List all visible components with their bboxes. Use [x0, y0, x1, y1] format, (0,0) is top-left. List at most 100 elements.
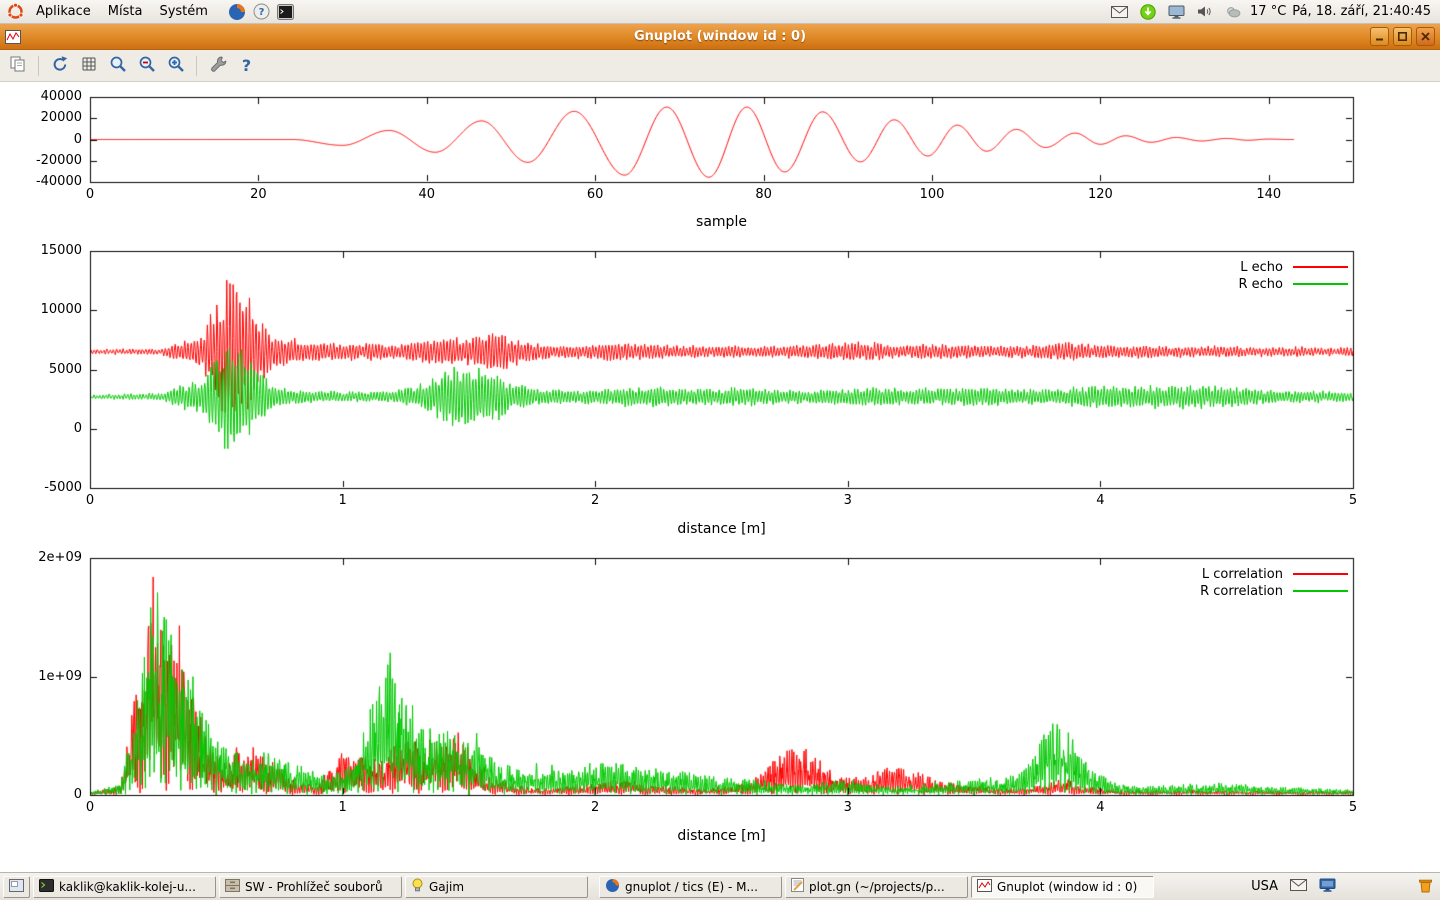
plot-legend: L echo R echo — [1238, 259, 1348, 292]
trash-icon[interactable] — [1418, 878, 1433, 896]
taskbar-button-label: SW - Prohlížeč souborů — [245, 880, 396, 894]
taskbar-button-gajim[interactable]: Gajim — [405, 876, 588, 898]
taskbar-button-label: kaklik@kaklik-kolej-u... — [59, 880, 210, 894]
text-editor-icon — [791, 878, 804, 895]
terminal-icon — [39, 879, 54, 895]
volume-tray-icon[interactable] — [1194, 1, 1216, 23]
y-tick-label: 5000 — [12, 362, 82, 377]
x-tick-label: 0 — [60, 493, 120, 508]
x-tick-label: 80 — [734, 187, 794, 202]
legend-entry: R echo — [1238, 276, 1348, 292]
x-tick-label: 4 — [1070, 800, 1130, 815]
x-tick-label: 120 — [1070, 187, 1130, 202]
clock-label[interactable]: Pá, 18. září, 21:40:45 — [1292, 4, 1431, 19]
toolbar-separator — [196, 56, 197, 76]
taskbar-button-label: plot.gn (~/projects/p... — [809, 880, 962, 894]
legend-line-sample — [1293, 266, 1348, 268]
y-tick-label: 10000 — [12, 302, 82, 317]
wrench-icon — [209, 55, 227, 76]
toolbar-separator — [38, 56, 39, 76]
taskbar-button-label: Gajim — [429, 880, 582, 894]
mail-tray-icon[interactable] — [1108, 1, 1131, 23]
taskbar: kaklik@kaklik-kolej-u... SW - Prohlížeč … — [0, 872, 1440, 900]
gajim-icon — [411, 878, 424, 895]
zoom-in-button[interactable] — [162, 53, 189, 79]
ubuntu-menu-icon[interactable] — [4, 1, 27, 23]
x-tick-label: 4 — [1070, 493, 1130, 508]
taskbar-button-terminal[interactable]: kaklik@kaklik-kolej-u... — [33, 876, 216, 898]
mail-icon[interactable] — [1290, 879, 1307, 894]
x-tick-label: 2 — [565, 800, 625, 815]
display-icon[interactable] — [1319, 878, 1336, 895]
configure-button[interactable] — [204, 53, 231, 79]
y-tick-label: -40000 — [12, 174, 82, 189]
zoom-previous-icon — [109, 55, 127, 76]
taskbar-button-gnuplot[interactable]: Gnuplot (window id : 0) — [971, 876, 1154, 898]
plot-area: sample distance [m] distance [m] 0204060… — [0, 82, 1440, 872]
zoom-out-button[interactable] — [133, 53, 160, 79]
x-tick-label: 140 — [1239, 187, 1299, 202]
y-tick-label: 15000 — [12, 243, 82, 258]
y-tick-label: 1e+09 — [12, 669, 82, 684]
taskbar-button-editor[interactable]: plot.gn (~/projects/p... — [785, 876, 968, 898]
show-desktop-button[interactable] — [3, 876, 30, 898]
menu-places[interactable]: Místa — [100, 1, 151, 22]
update-tray-icon[interactable] — [1137, 1, 1159, 23]
taskbar-button-label: gnuplot / tics (E) - M... — [625, 880, 776, 894]
menu-applications[interactable]: Aplikace — [28, 1, 99, 22]
plot-legend: L correlationR correlation — [1200, 566, 1348, 599]
taskbar-tray: USA — [1251, 878, 1437, 896]
svg-text:?: ? — [259, 7, 265, 18]
y-tick-label: -5000 — [12, 480, 82, 495]
x-tick-label: 1 — [313, 493, 373, 508]
legend-entry: R correlation — [1200, 583, 1348, 599]
toggle-grid-button[interactable] — [75, 53, 102, 79]
legend-label: L correlation — [1202, 567, 1283, 582]
temperature-label[interactable]: 17 °C — [1250, 4, 1286, 19]
copy-clipboard-button[interactable] — [4, 53, 31, 79]
x-tick-label: 0 — [60, 187, 120, 202]
close-button[interactable] — [1416, 27, 1435, 46]
desktop: Aplikace Místa Systém ? — [0, 0, 1440, 900]
weather-tray-icon[interactable] — [1222, 1, 1244, 23]
x-tick-label: 0 — [60, 800, 120, 815]
panel-tray: 17 °C Pá, 18. září, 21:40:45 — [1108, 1, 1436, 23]
zoom-previous-button[interactable] — [104, 53, 131, 79]
legend-label: R echo — [1238, 277, 1283, 292]
grid-icon — [80, 55, 98, 76]
display-tray-icon[interactable] — [1165, 1, 1188, 23]
replot-button[interactable] — [46, 53, 73, 79]
window-titlebar[interactable]: Gnuplot (window id : 0) — [0, 24, 1440, 50]
x-tick-label: 40 — [397, 187, 457, 202]
plots-canvas[interactable] — [0, 82, 1440, 872]
window-title: Gnuplot (window id : 0) — [0, 29, 1440, 44]
legend-entry: L echo — [1240, 259, 1348, 275]
zoom-out-icon — [138, 55, 156, 76]
copy-icon — [9, 55, 27, 76]
menu-system[interactable]: Systém — [151, 1, 215, 22]
chart1-x-axis-label: sample — [90, 214, 1353, 230]
legend-line-sample — [1293, 590, 1348, 592]
y-tick-label: 40000 — [12, 89, 82, 104]
legend-entry: L correlation — [1202, 566, 1348, 582]
help-button[interactable]: ? — [233, 53, 260, 79]
legend-line-sample — [1293, 283, 1348, 285]
maximize-button[interactable] — [1393, 27, 1412, 46]
x-tick-label: 100 — [902, 187, 962, 202]
taskbar-button-file-manager[interactable]: SW - Prohlížeč souborů — [219, 876, 402, 898]
file-manager-icon — [225, 879, 240, 895]
keyboard-layout-indicator[interactable]: USA — [1251, 879, 1278, 894]
terminal-launcher-icon[interactable] — [274, 1, 297, 23]
x-tick-label: 2 — [565, 493, 625, 508]
x-tick-label: 60 — [565, 187, 625, 202]
legend-line-sample — [1293, 573, 1348, 575]
top-panel: Aplikace Místa Systém ? — [0, 0, 1440, 24]
taskbar-button-firefox[interactable]: gnuplot / tics (E) - M... — [599, 876, 782, 898]
minimize-button[interactable] — [1370, 27, 1389, 46]
chart2-x-axis-label: distance [m] — [90, 521, 1353, 537]
help-launcher-icon[interactable]: ? — [250, 1, 273, 23]
window-controls — [1370, 27, 1435, 46]
firefox-launcher-icon[interactable] — [225, 1, 249, 23]
firefox-icon — [605, 878, 620, 896]
help-icon: ? — [242, 56, 251, 75]
